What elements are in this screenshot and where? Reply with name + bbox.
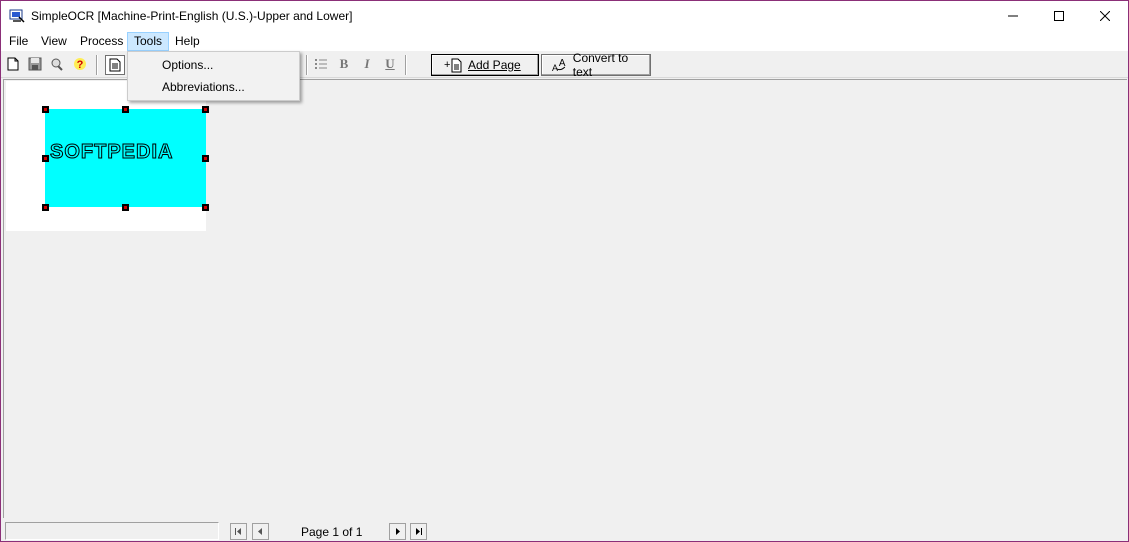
- resize-handle[interactable]: [42, 204, 49, 211]
- page-thumbnail[interactable]: SOFTPEDIA: [6, 81, 209, 231]
- ocr-selection-region[interactable]: SOFTPEDIA: [45, 109, 206, 207]
- save-icon: [28, 57, 42, 71]
- new-button[interactable]: [4, 55, 22, 73]
- page-indicator: Page 1 of 1: [301, 525, 363, 539]
- bold-button[interactable]: B: [335, 55, 353, 73]
- bold-icon: B: [339, 56, 349, 71]
- scan-button[interactable]: [48, 55, 66, 73]
- close-icon: [1100, 11, 1110, 21]
- next-page-icon: [396, 528, 400, 535]
- app-icon: [9, 9, 25, 23]
- resize-handle[interactable]: [202, 155, 209, 162]
- convert-label: Convert to text: [572, 51, 629, 79]
- page-icon: [109, 58, 121, 72]
- svg-text:?: ?: [77, 59, 84, 71]
- italic-icon: I: [364, 56, 370, 71]
- window-title: SimpleOCR [Machine-Print-English (U.S.)-…: [31, 9, 353, 23]
- minimize-icon: [1008, 15, 1018, 17]
- prev-page-icon: [258, 528, 262, 535]
- toolbar-separator: [405, 55, 407, 75]
- resize-handle[interactable]: [122, 204, 129, 211]
- maximize-button[interactable]: [1036, 1, 1082, 31]
- menu-bar: File View Process Tools Help: [1, 31, 1128, 51]
- first-page-icon: [235, 528, 241, 535]
- add-page-label: Add Page: [468, 58, 521, 72]
- toolbar-separator: [96, 55, 98, 75]
- resize-handle[interactable]: [202, 106, 209, 113]
- add-page-button[interactable]: + Add Page: [431, 54, 539, 76]
- close-button[interactable]: [1082, 1, 1128, 31]
- underline-icon: U: [385, 56, 395, 71]
- app-window: SimpleOCR [Machine-Print-English (U.S.)-…: [0, 0, 1129, 542]
- convert-icon: AA: [552, 58, 566, 73]
- new-document-icon: [7, 57, 19, 71]
- menu-item-abbreviations[interactable]: Abbreviations...: [162, 77, 245, 97]
- menu-tools[interactable]: Tools: [127, 32, 170, 51]
- status-field: [5, 522, 219, 540]
- tools-dropdown-menu: Options... Abbreviations...: [127, 51, 300, 101]
- svg-text:+: +: [444, 59, 450, 71]
- svg-text:A: A: [552, 63, 558, 73]
- help-icon: ?: [74, 58, 86, 71]
- menu-file[interactable]: File: [3, 33, 34, 50]
- bullets-button[interactable]: [312, 55, 330, 73]
- underline-button[interactable]: U: [381, 55, 399, 73]
- italic-button[interactable]: I: [358, 55, 376, 73]
- prev-page-button[interactable]: [252, 523, 269, 540]
- add-page-icon: +: [444, 58, 462, 73]
- last-page-icon: [416, 528, 422, 535]
- resize-handle[interactable]: [202, 204, 209, 211]
- maximize-icon: [1054, 11, 1064, 21]
- menu-help[interactable]: Help: [169, 33, 206, 50]
- scan-icon: [51, 58, 63, 71]
- resize-handle[interactable]: [122, 106, 129, 113]
- minimize-button[interactable]: [990, 1, 1036, 31]
- status-bar: Page 1 of 1: [1, 519, 1128, 541]
- convert-to-text-button[interactable]: AA Convert to text: [541, 51, 651, 79]
- bullets-icon: [315, 59, 327, 69]
- document-workspace[interactable]: SOFTPEDIA: [3, 79, 1127, 518]
- toolbar-separator: [306, 55, 308, 75]
- help-button[interactable]: ?: [71, 55, 89, 73]
- menu-view[interactable]: View: [35, 33, 73, 50]
- next-page-button[interactable]: [389, 523, 406, 540]
- last-page-button[interactable]: [410, 523, 427, 540]
- resize-handle[interactable]: [42, 155, 49, 162]
- page-view-button[interactable]: [105, 55, 125, 75]
- title-bar: SimpleOCR [Machine-Print-English (U.S.)-…: [1, 1, 1128, 31]
- menu-process[interactable]: Process: [74, 33, 129, 50]
- first-page-button[interactable]: [230, 523, 247, 540]
- save-button[interactable]: [26, 55, 44, 73]
- scanned-text: SOFTPEDIA: [49, 141, 174, 164]
- resize-handle[interactable]: [42, 106, 49, 113]
- menu-item-options[interactable]: Options...: [162, 55, 213, 75]
